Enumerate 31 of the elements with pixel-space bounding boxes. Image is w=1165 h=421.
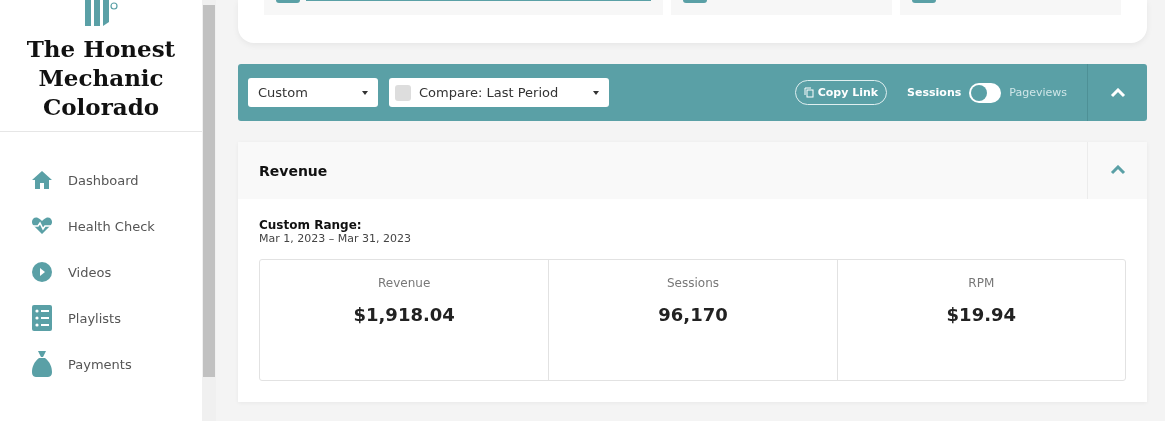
sidebar-item[interactable]: Health Check (30, 214, 202, 238)
money-bag-icon (31, 350, 53, 378)
brand-name: The Honest Mechanic Colorado (25, 34, 177, 122)
stat-value: 96,170 (658, 304, 728, 325)
caret-icon (362, 90, 368, 95)
stat-value: $19.94 (946, 304, 1017, 325)
compare-dropdown[interactable]: Compare: Last Period (389, 78, 609, 107)
chevron-icon (1109, 87, 1126, 98)
compare-checkbox[interactable] (395, 84, 411, 101)
caret-icon (593, 90, 599, 95)
checklist-icon (31, 304, 53, 332)
logo-icon (83, 0, 119, 28)
sidebar-item[interactable]: Dashboard (30, 168, 202, 192)
sidebar-item[interactable]: Payments (30, 352, 202, 376)
stat-label: Sessions (666, 276, 719, 290)
toggle-switch[interactable] (969, 82, 1002, 103)
chevron-icon (1109, 165, 1126, 175)
range-label: Custom Range: (259, 218, 363, 232)
stat-label: RPM (968, 276, 995, 290)
panel-title: Revenue (259, 162, 328, 179)
date-range: Mar 1, 2023 – Mar 31, 2023 (259, 232, 412, 245)
copy-icon (803, 87, 814, 98)
scrollbar-thumb[interactable] (203, 5, 215, 377)
play-icon (31, 261, 53, 283)
stat-value: $1,918.04 (353, 304, 455, 325)
sidebar-item[interactable]: Playlists (30, 306, 202, 330)
sidebar-item[interactable]: Videos (30, 260, 202, 284)
home-icon (31, 170, 53, 190)
stat-label: Revenue (378, 276, 431, 290)
range-dropdown[interactable]: Custom (248, 78, 378, 107)
heartbeat-icon (31, 217, 53, 235)
